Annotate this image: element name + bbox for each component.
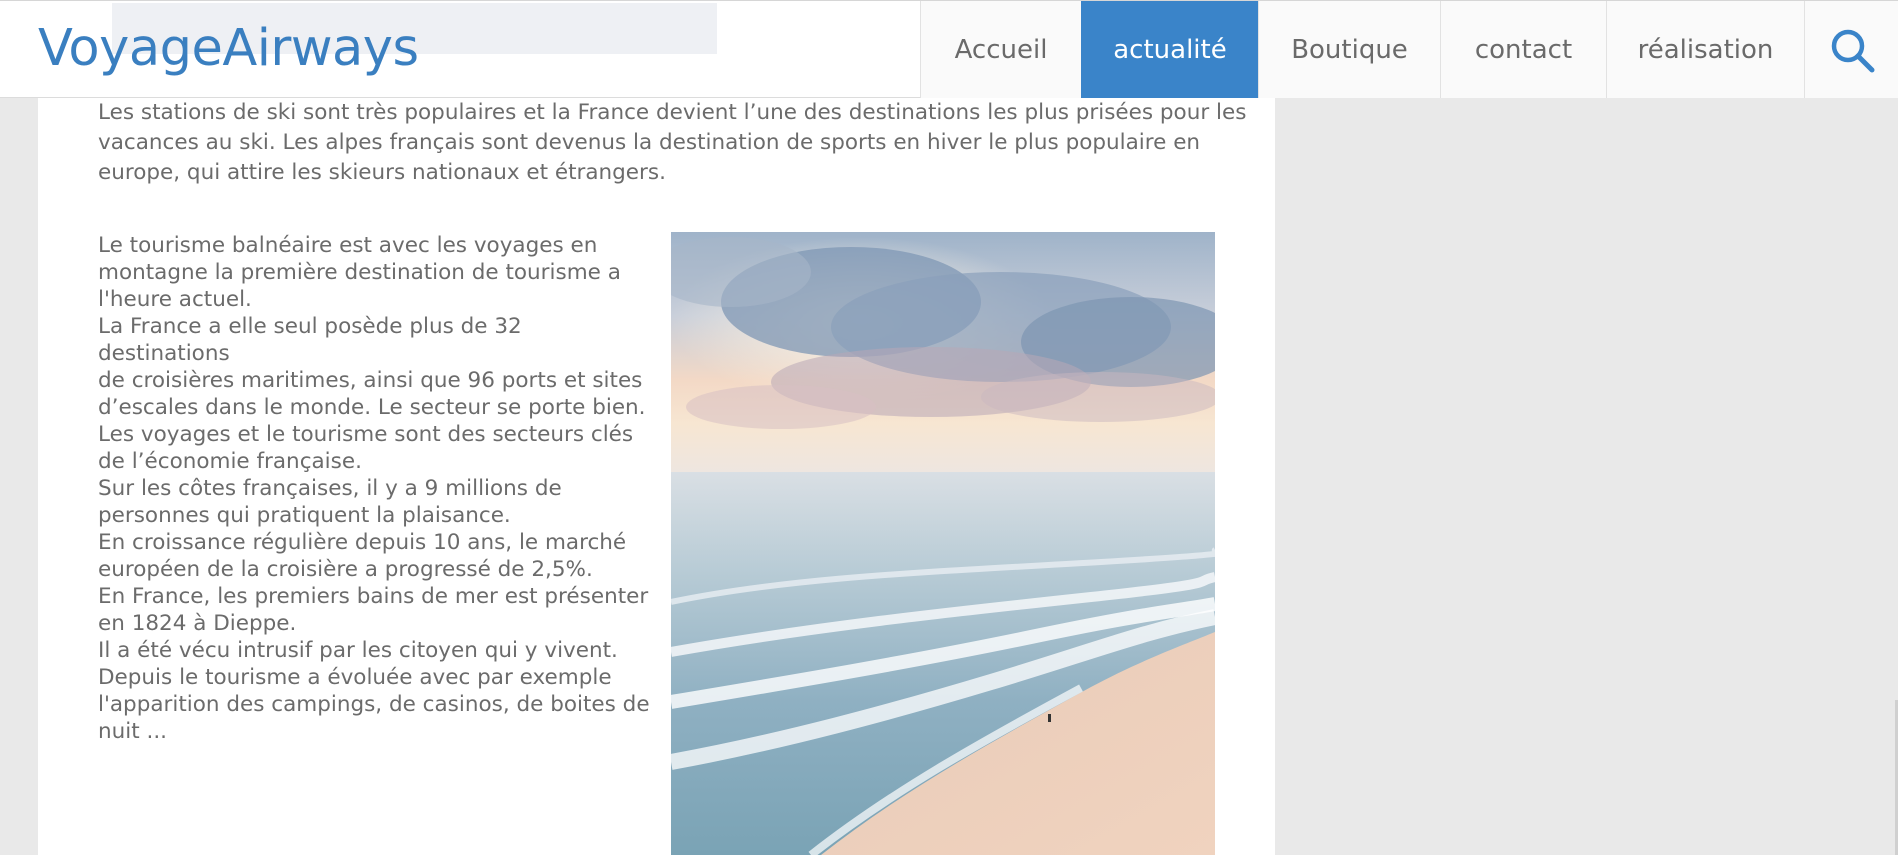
beach-photo [671, 232, 1215, 855]
nav-item-actualite[interactable]: actualité [1081, 1, 1258, 98]
intro-paragraph: Les stations de ski sont très populaires… [98, 100, 1247, 185]
nav-item-realisation[interactable]: réalisation [1606, 1, 1804, 98]
content-panel: Les stations de ski sont très populaires… [38, 98, 1275, 855]
site-header: VoyageAirways Accueil actualité Boutique… [0, 0, 1898, 98]
site-logo[interactable]: VoyageAirways [38, 15, 419, 83]
nav-item-contact[interactable]: contact [1440, 1, 1606, 98]
body-paragraph: Le tourisme balnéaire est avec les voyag… [98, 233, 650, 744]
search-button[interactable] [1804, 1, 1898, 98]
nav-item-accueil[interactable]: Accueil [920, 1, 1081, 98]
main-nav: Accueil actualité Boutique contact réali… [920, 1, 1898, 98]
nav-item-boutique[interactable]: Boutique [1258, 1, 1440, 98]
search-icon [1828, 26, 1876, 74]
